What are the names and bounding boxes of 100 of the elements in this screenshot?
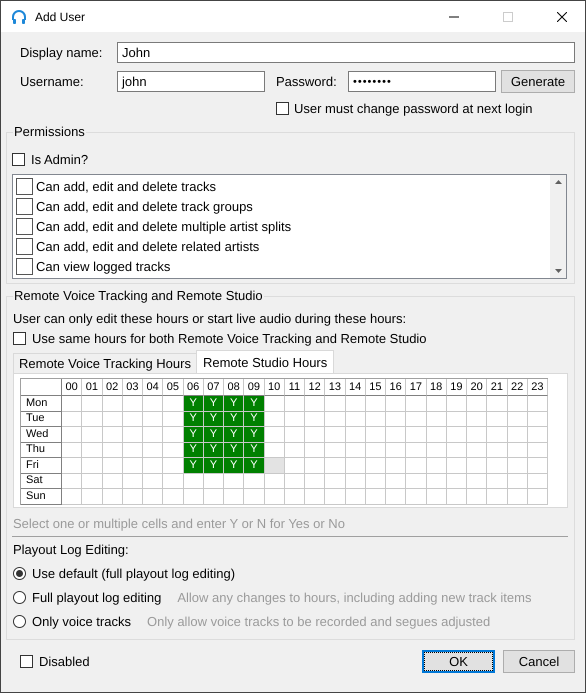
hour-cell[interactable] [143,396,164,412]
hour-cell[interactable] [264,458,285,474]
hour-cell[interactable] [102,396,123,412]
hour-cell[interactable] [467,474,488,489]
hour-cell[interactable] [386,427,406,442]
hour-cell[interactable] [406,474,426,489]
hour-cell[interactable] [163,458,184,474]
hour-cell[interactable] [346,458,366,474]
hour-cell[interactable] [143,458,164,474]
hour-cell[interactable] [82,442,102,458]
hour-cell[interactable] [163,396,184,412]
hour-cell[interactable] [62,489,82,504]
hour-cell[interactable] [487,396,508,412]
hour-cell[interactable] [143,412,164,427]
hour-cell[interactable] [305,474,326,489]
hour-cell[interactable] [446,396,467,412]
hour-cell[interactable] [122,458,143,474]
hour-cell[interactable]: Y [224,412,244,427]
hour-cell[interactable] [284,489,305,504]
hour-cell[interactable] [163,442,184,458]
hour-cell[interactable] [244,489,264,504]
hour-cell[interactable]: Y [204,396,224,412]
hour-cell[interactable] [406,427,426,442]
hour-cell[interactable] [406,396,426,412]
hour-cell[interactable] [487,474,508,489]
hour-cell[interactable] [426,458,447,474]
hour-cell[interactable] [366,396,386,412]
display-name-field[interactable]: John [117,42,575,63]
tab[interactable]: Remote Studio Hours [196,350,334,374]
radio-button[interactable] [13,590,26,604]
hour-cell[interactable]: Y [204,427,224,442]
hour-cell[interactable] [467,458,488,474]
hour-cell[interactable] [122,489,143,504]
hour-cell[interactable] [528,396,548,412]
hour-cell[interactable] [467,427,488,442]
hour-cell[interactable]: Y [184,427,204,442]
hour-cell[interactable] [305,412,326,427]
hour-cell[interactable] [528,489,548,504]
hour-cell[interactable] [143,489,164,504]
hour-cell[interactable] [346,427,366,442]
hour-cell[interactable] [264,489,285,504]
checkbox[interactable] [16,238,33,254]
hour-cell[interactable] [325,427,346,442]
hour-cell[interactable] [62,458,82,474]
hour-cell[interactable] [487,489,508,504]
hour-cell[interactable] [62,412,82,427]
hour-cell[interactable] [467,442,488,458]
hour-cell[interactable] [386,474,406,489]
hour-cell[interactable] [487,458,508,474]
checkbox[interactable] [16,198,33,214]
hour-cell[interactable] [325,396,346,412]
hour-cell[interactable] [426,489,447,504]
tab[interactable]: Remote Voice Tracking Hours [13,353,197,374]
hour-cell[interactable]: Y [224,442,244,458]
hour-cell[interactable] [406,458,426,474]
hour-cell[interactable] [143,442,164,458]
hour-cell[interactable] [528,427,548,442]
hour-cell[interactable] [224,489,244,504]
hour-cell[interactable] [325,442,346,458]
hour-cell[interactable] [528,458,548,474]
checkbox[interactable] [16,258,33,274]
hour-cell[interactable] [508,396,528,412]
scrollbar[interactable] [550,175,566,278]
hour-cell[interactable] [264,396,285,412]
checkbox[interactable] [16,178,33,194]
hour-cell[interactable]: Y [184,396,204,412]
hour-cell[interactable] [82,396,102,412]
checkbox[interactable] [13,332,26,345]
hour-cell[interactable] [366,489,386,504]
hour-cell[interactable] [62,442,82,458]
hour-cell[interactable] [366,427,386,442]
hour-cell[interactable]: Y [184,458,204,474]
hour-cell[interactable]: Y [244,396,264,412]
checkbox[interactable] [12,153,25,166]
hour-cell[interactable] [508,427,528,442]
hour-cell[interactable] [284,427,305,442]
hour-cell[interactable]: Y [244,442,264,458]
hour-cell[interactable] [467,489,488,504]
hour-cell[interactable] [102,489,123,504]
hour-cell[interactable] [446,458,467,474]
hour-cell[interactable] [122,427,143,442]
hour-cell[interactable] [487,412,508,427]
hour-cell[interactable] [446,427,467,442]
cancel-button[interactable]: Cancel [503,650,575,672]
hour-cell[interactable] [386,458,406,474]
hour-cell[interactable]: Y [204,458,224,474]
hour-cell[interactable] [386,412,406,427]
hour-cell[interactable] [366,458,386,474]
hour-cell[interactable] [184,489,204,504]
hour-cell[interactable]: Y [224,458,244,474]
hour-cell[interactable] [284,396,305,412]
hour-cell[interactable] [163,489,184,504]
hour-cell[interactable]: Y [244,427,264,442]
password-field[interactable]: •••••••• [348,71,496,92]
hour-cell[interactable] [82,412,102,427]
hour-cell[interactable] [102,458,123,474]
hour-cell[interactable] [82,427,102,442]
hour-cell[interactable] [163,474,184,489]
hour-cell[interactable]: Y [224,396,244,412]
hour-cell[interactable] [62,427,82,442]
